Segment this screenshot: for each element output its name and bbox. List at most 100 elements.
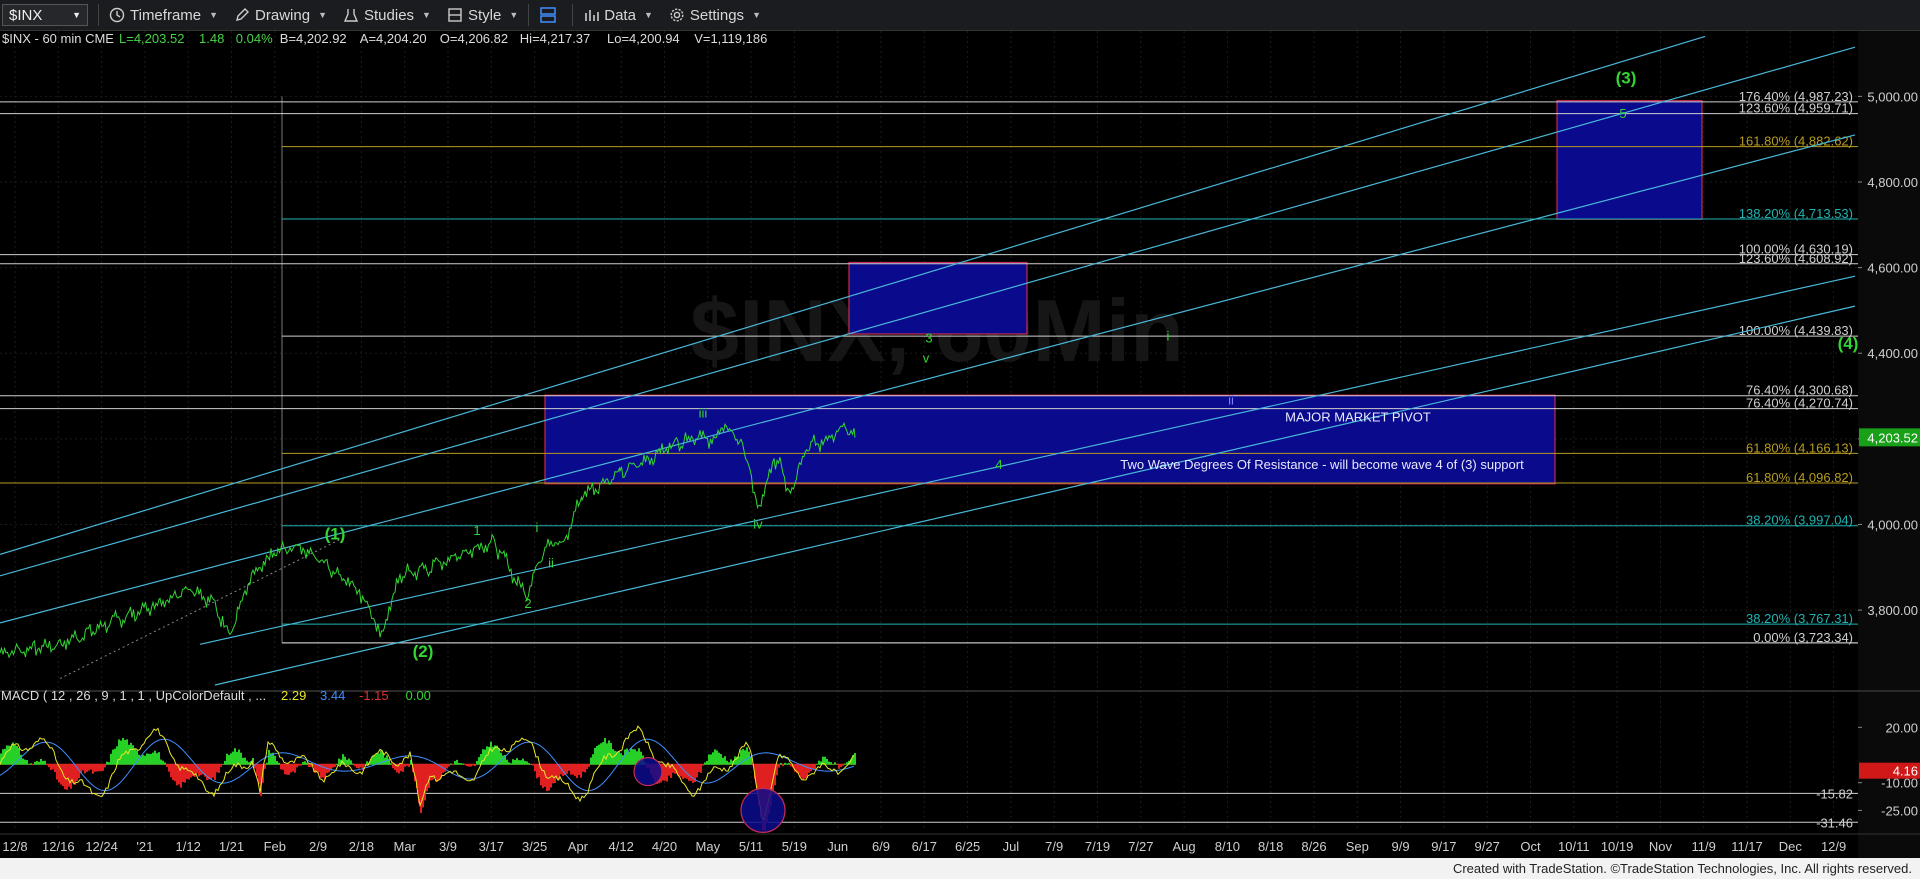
macd-histogram-bar [718, 752, 720, 765]
macd-histogram-bar [788, 762, 790, 765]
macd-histogram-bar [108, 762, 110, 765]
macd-histogram-bar [682, 764, 684, 779]
macd-histogram-bar [426, 764, 428, 792]
macd-histogram-bar [474, 764, 476, 767]
studies-menu[interactable]: Studies ▼ [335, 0, 439, 30]
quote-field: B=4,202.92 [280, 31, 347, 46]
macd-histogram-bar [726, 760, 728, 765]
macd-histogram-bar [206, 764, 208, 781]
drawing-menu[interactable]: Drawing ▼ [226, 0, 335, 30]
macd-histogram-bar [222, 764, 224, 765]
style-menu[interactable]: Style ▼ [439, 0, 526, 30]
time-tick-label: 9/27 [1475, 839, 1500, 854]
macd-histogram-bar [828, 761, 830, 765]
macd-histogram-bar [704, 762, 706, 765]
macd-histogram-bar [212, 764, 214, 778]
macd-histogram-bar [464, 764, 466, 766]
macd-histogram-bar [308, 764, 310, 768]
macd-histogram-bar [28, 763, 30, 765]
macd-histogram-bar [516, 758, 518, 765]
macd-histogram-bar [94, 764, 96, 772]
macd-histogram-bar [176, 764, 178, 786]
time-tick-label: Jun [827, 839, 848, 854]
time-tick-label: Nov [1649, 839, 1673, 854]
macd-histogram-bar [608, 740, 610, 765]
macd-histogram-bar [46, 764, 48, 766]
macd-histogram-bar [146, 753, 148, 765]
macd-histogram-bar [164, 762, 166, 765]
macd-histogram-bar [284, 764, 286, 775]
macd-histogram-bar [22, 758, 24, 765]
macd-value: 0.00 [406, 688, 431, 703]
macd-histogram-bar [522, 758, 524, 765]
price-tick-label: 3,800.00 [1867, 603, 1918, 618]
wave-label: 3 [925, 331, 932, 346]
macd-histogram-bar [38, 761, 40, 765]
symbol-text: $INX [9, 6, 43, 24]
time-tick-label: 8/26 [1301, 839, 1326, 854]
macd-histogram-bar [566, 764, 568, 774]
macd-histogram-bar [228, 755, 230, 765]
caret-down-icon: ▼ [752, 10, 761, 20]
fib-level-label: 123.60% (4,959.71) [1739, 101, 1853, 116]
macd-histogram-bar [532, 764, 534, 766]
macd-histogram-bar [468, 764, 470, 767]
macd-histogram-bar [224, 760, 226, 765]
macd-histogram-bar [508, 762, 510, 765]
symbol-info-text: $INX - 60 min CME [2, 31, 114, 46]
time-tick-label: 10/19 [1601, 839, 1634, 854]
toolbar: $INX ▼ Timeframe ▼ Drawing ▼ Studies ▼ Styl… [0, 0, 1920, 31]
macd-highlight-circle [633, 757, 663, 787]
macd-histogram-bar [304, 761, 306, 765]
macd-histogram-bar [826, 758, 828, 765]
macd-histogram-bar [168, 764, 170, 772]
time-tick-label: 2/9 [309, 839, 327, 854]
bar-chart-icon [585, 10, 600, 21]
wave-label: 4 [995, 457, 1002, 472]
macd-histogram-bar [322, 764, 324, 778]
fib-level-label: 123.60% (4,608.92) [1739, 251, 1853, 266]
macd-histogram-bar [286, 764, 288, 775]
macd-histogram-bar [142, 754, 144, 765]
timeframe-menu[interactable]: Timeframe ▼ [101, 0, 226, 30]
macd-histogram-bar [702, 764, 704, 766]
wave-label: 1 [473, 523, 480, 538]
macd-histogram-bar [576, 764, 578, 779]
macd-histogram-bar [234, 748, 236, 765]
time-tick-label: 3/9 [439, 839, 457, 854]
macd-histogram-bar [266, 762, 268, 765]
time-tick-label: '21 [136, 839, 153, 854]
macd-histogram-bar [232, 751, 234, 765]
symbol-input[interactable]: $INX ▼ [2, 4, 88, 26]
price-tick-label: 4,400.00 [1867, 346, 1918, 361]
macd-histogram-bar [698, 764, 700, 773]
macd-histogram-bar [584, 764, 586, 773]
time-tick-label: 9/17 [1431, 839, 1456, 854]
macd-histogram-bar [26, 760, 28, 765]
time-tick-label: 7/27 [1128, 839, 1153, 854]
macd-histogram-bar [722, 757, 724, 765]
macd-histogram-bar [476, 760, 478, 765]
chart-area[interactable]: $INX, 60Min176.40% (4,987.23)123.60% (4,… [0, 31, 1920, 858]
time-tick-label: 8/18 [1258, 839, 1283, 854]
macd-histogram-bar [374, 754, 376, 765]
macd-legend: MACD ( 12 , 26 , 9 , 1 , 1 , UpColorDefa… [1, 688, 266, 703]
studies-label: Studies [364, 6, 415, 24]
time-tick-label: Feb [264, 839, 286, 854]
macd-histogram-bar [360, 764, 362, 768]
macd-histogram-bar [634, 749, 636, 765]
macd-histogram-bar [816, 763, 818, 765]
macd-histogram-bar [408, 764, 410, 767]
time-tick-label: Sep [1346, 839, 1369, 854]
time-tick-label: 2/18 [349, 839, 374, 854]
wave-label: (1) [325, 524, 346, 543]
macd-histogram-bar [720, 754, 722, 765]
data-menu[interactable]: Data ▼ [575, 0, 661, 30]
quote-field: L=4,203.52 [119, 31, 184, 46]
layout-icon [540, 7, 556, 23]
settings-menu[interactable]: Settings ▼ [661, 0, 769, 30]
gear-icon [670, 8, 684, 22]
fib-level-label: 0.00% (3,723.34) [1753, 630, 1853, 645]
macd-histogram-bar [276, 761, 278, 765]
layout-button[interactable] [531, 0, 570, 30]
